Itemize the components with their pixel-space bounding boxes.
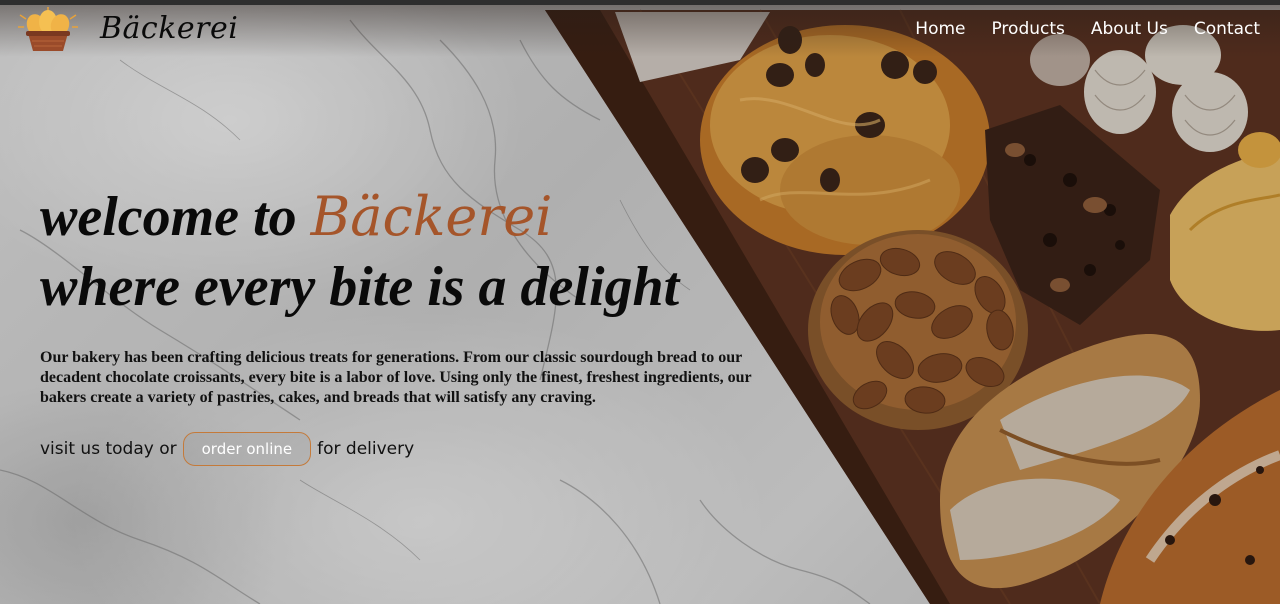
brand-name[interactable]: Bäckerei <box>100 11 238 46</box>
headline-tagline: where every bite is a delight <box>40 256 680 318</box>
cta-text-before: visit us today or <box>40 439 177 459</box>
cta-text-after: for delivery <box>317 439 415 459</box>
nav-products-link[interactable]: Products <box>991 19 1064 39</box>
bread-basket-icon[interactable] <box>16 7 80 53</box>
cta-line: visit us today or order online for deliv… <box>40 432 820 466</box>
hero-section: welcome to Bäckerei where every bite is … <box>40 182 820 466</box>
hero-description: Our bakery has been crafting delicious t… <box>40 349 752 406</box>
nav-home-link[interactable]: Home <box>915 19 965 39</box>
nav-contact-link[interactable]: Contact <box>1194 19 1260 39</box>
hero-headline: welcome to Bäckerei where every bite is … <box>40 182 820 322</box>
headline-brand: Bäckerei <box>310 185 553 248</box>
headline-prefix: welcome to <box>40 186 311 248</box>
nav-about-us-link[interactable]: About Us <box>1091 19 1168 39</box>
order-online-button[interactable]: order online <box>182 432 312 466</box>
main-nav: Home Products About Us Contact <box>915 19 1260 39</box>
navbar: Bäckerei Home Products About Us Contact <box>0 5 1280 53</box>
